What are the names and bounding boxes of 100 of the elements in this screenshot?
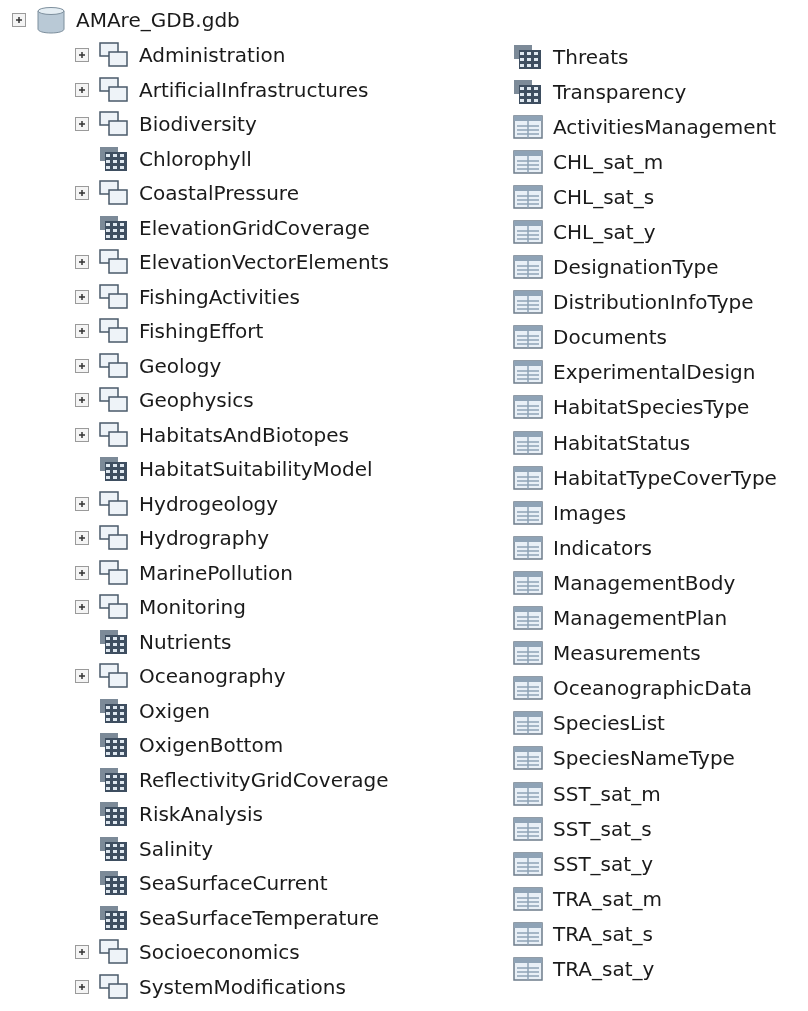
- table-icon: [513, 957, 543, 981]
- tree-item-label[interactable]: Threats: [553, 46, 629, 67]
- stacked-layers-icon: [99, 249, 129, 276]
- tree-item-label[interactable]: ArtificialInfrastructures: [139, 79, 369, 100]
- expand-plus-icon[interactable]: [75, 289, 89, 304]
- tree-item-label[interactable]: SST_sat_m: [553, 783, 661, 804]
- table-icon: [513, 430, 543, 455]
- stacked-layers-icon: [99, 594, 129, 621]
- tree-item-label[interactable]: SystemModifications: [139, 976, 346, 997]
- tree-item-label[interactable]: ExperimentalDesign: [553, 362, 756, 383]
- raster-grid-icon: [99, 456, 129, 483]
- raster-grid-icon: [99, 801, 129, 828]
- tree-item-label[interactable]: Oceanography: [139, 666, 286, 687]
- raster-grid-icon: [99, 732, 129, 759]
- tree-item-label[interactable]: Socioeconomics: [139, 942, 300, 963]
- tree-item-label[interactable]: FishingActivities: [139, 286, 300, 307]
- expand-plus-icon[interactable]: [75, 393, 89, 408]
- stacked-layers-icon: [99, 559, 129, 586]
- tree-item-label[interactable]: DistributionInfoType: [553, 292, 754, 313]
- expand-plus-icon[interactable]: [75, 117, 89, 132]
- tree-item-label[interactable]: Monitoring: [139, 597, 246, 618]
- tree-item-label[interactable]: SST_sat_s: [553, 818, 652, 839]
- tree-item-label[interactable]: SpeciesList: [553, 713, 665, 734]
- tree-item-label[interactable]: Transparency: [553, 81, 687, 102]
- tree-item-label[interactable]: ElevationVectorElements: [139, 252, 389, 273]
- tree-item-label[interactable]: ManagementPlan: [553, 608, 728, 629]
- stacked-layers-icon: [99, 939, 129, 966]
- table-icon: [513, 255, 543, 280]
- raster-grid-icon: [513, 43, 543, 70]
- tree-item-label[interactable]: ElevationGridCoverage: [139, 217, 370, 238]
- table-icon: [513, 781, 543, 806]
- stacked-layers-icon: [99, 490, 129, 517]
- expand-plus-icon[interactable]: [75, 48, 89, 63]
- stacked-layers-icon: [99, 663, 129, 690]
- tree-item-label[interactable]: Geology: [139, 355, 222, 376]
- table-icon: [513, 395, 543, 420]
- expand-plus-icon[interactable]: [75, 358, 89, 373]
- tree-item-label[interactable]: HabitatStatus: [553, 432, 691, 453]
- tree-item-label[interactable]: Salinity: [139, 838, 213, 859]
- tree-item-label[interactable]: CHL_sat_y: [553, 222, 656, 242]
- expand-plus-icon[interactable]: [75, 669, 89, 684]
- tree-item-label[interactable]: TRA_sat_y: [553, 959, 655, 979]
- tree-item-label[interactable]: ManagementBody: [553, 572, 736, 593]
- tree-item-label[interactable]: DesignationType: [553, 257, 719, 278]
- expand-plus-icon[interactable]: [75, 945, 89, 960]
- expand-plus-icon[interactable]: [75, 324, 89, 339]
- tree-item-label[interactable]: Biodiversity: [139, 114, 257, 135]
- tree-item-label[interactable]: TRA_sat_s: [553, 923, 653, 944]
- tree-item-label[interactable]: Documents: [553, 327, 668, 348]
- expand-plus-icon[interactable]: [12, 13, 26, 27]
- raster-grid-icon: [99, 870, 129, 897]
- tree-item-label[interactable]: SeaSurfaceCurrent: [139, 873, 328, 894]
- tree-item-label[interactable]: FishingEffort: [139, 321, 264, 342]
- tree-item-label[interactable]: Hydrogeology: [139, 493, 279, 514]
- tree-item-label[interactable]: HabitatTypeCoverType: [553, 467, 777, 488]
- tree-item-label[interactable]: ActivitiesManagement: [553, 116, 776, 137]
- tree-item-label[interactable]: HabitatsAndBiotopes: [139, 424, 349, 445]
- tree-item-label[interactable]: Administration: [139, 45, 286, 66]
- tree-item-label[interactable]: TRA_sat_m: [553, 888, 662, 909]
- expand-plus-icon[interactable]: [75, 427, 89, 442]
- stacked-layers-icon: [99, 318, 129, 345]
- tree-item-label[interactable]: CHL_sat_s: [553, 186, 655, 207]
- tree-item-label[interactable]: Nutrients: [139, 631, 232, 652]
- tree-item-label[interactable]: RiskAnalysis: [139, 804, 263, 825]
- tree-item-label[interactable]: Oxigen: [139, 700, 210, 721]
- tree-item-label[interactable]: CHL_sat_m: [553, 151, 664, 172]
- tree-item-label[interactable]: ReflectivityGridCoverage: [139, 769, 389, 790]
- expand-plus-icon[interactable]: [75, 496, 89, 511]
- tree-item-label[interactable]: HabitatSuitabilityModel: [139, 459, 373, 480]
- expand-plus-icon[interactable]: [75, 600, 89, 615]
- stacked-layers-icon: [99, 42, 129, 69]
- tree-item-label[interactable]: Indicators: [553, 537, 652, 558]
- tree-item-label[interactable]: Geophysics: [139, 390, 254, 411]
- tree-item-label[interactable]: CoastalPressure: [139, 183, 299, 204]
- tree-item-label[interactable]: OxigenBottom: [139, 735, 284, 756]
- tree-item-label[interactable]: HabitatSpeciesType: [553, 397, 750, 418]
- raster-grid-icon: [99, 835, 129, 862]
- expand-plus-icon[interactable]: [75, 186, 89, 201]
- expand-plus-icon[interactable]: [75, 565, 89, 580]
- tree-item-label[interactable]: SST_sat_y: [553, 853, 653, 874]
- stacked-layers-icon: [99, 111, 129, 138]
- tree-item-label[interactable]: Hydrography: [139, 528, 269, 549]
- table-icon: [513, 220, 543, 244]
- raster-grid-icon: [99, 214, 129, 241]
- tree-item-label[interactable]: OceanographicData: [553, 678, 753, 699]
- raster-grid-icon: [513, 78, 543, 105]
- expand-plus-icon[interactable]: [75, 531, 89, 546]
- tree-item-label[interactable]: SpeciesNameType: [553, 748, 735, 769]
- stacked-layers-icon: [99, 421, 129, 448]
- tree-item-label[interactable]: Images: [553, 502, 627, 523]
- expand-plus-icon[interactable]: [75, 979, 89, 994]
- tree-item-label[interactable]: SeaSurfaceTemperature: [139, 907, 380, 928]
- table-icon: [513, 360, 543, 385]
- tree-item-label[interactable]: MarinePollution: [139, 562, 293, 583]
- expand-plus-icon[interactable]: [75, 255, 89, 270]
- expand-plus-icon[interactable]: [75, 82, 89, 97]
- tree-item-label[interactable]: Chlorophyll: [139, 148, 252, 169]
- stacked-layers-icon: [99, 180, 129, 207]
- tree-item-label[interactable]: AMAre_GDB.gdb: [76, 10, 240, 30]
- tree-item-label[interactable]: Measurements: [553, 643, 701, 664]
